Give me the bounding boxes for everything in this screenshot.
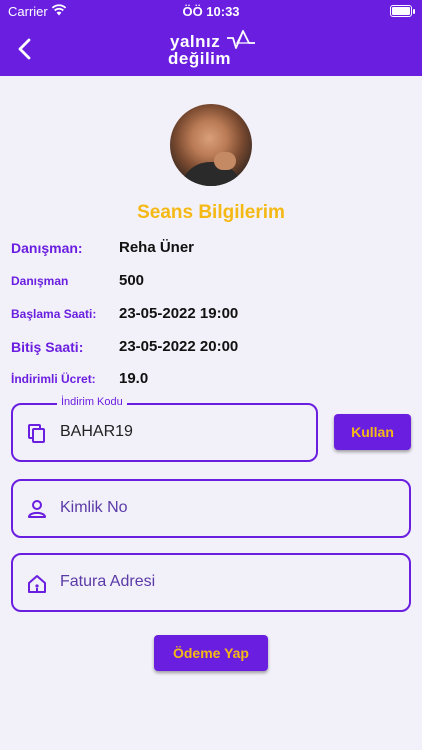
app-logo: yalnız değilim (165, 28, 260, 72)
discount-code-field[interactable]: İndirim Kodu BAHAR19 (11, 396, 318, 462)
discount-code-value: BAHAR19 (60, 423, 133, 440)
copy-icon[interactable] (26, 422, 48, 444)
status-bar: Carrier ÖÖ 10:33 (0, 0, 422, 22)
billing-address-placeholder: Fatura Adresi (60, 573, 156, 590)
detail-label: Başlama Saati: (11, 307, 97, 321)
identity-number-field[interactable]: Kimlik No (11, 479, 411, 538)
home-icon (28, 575, 46, 593)
battery-icon (390, 5, 412, 17)
identity-number-placeholder: Kimlik No (60, 499, 128, 516)
detail-label: Bitiş Saati: (11, 339, 84, 355)
detail-value: 23-05-2022 19:00 (119, 305, 239, 322)
discount-code-legend: İndirim Kodu (57, 396, 127, 408)
detail-value: 19.0 (119, 370, 149, 387)
avatar-hand (214, 152, 236, 170)
back-arrow-icon[interactable] (10, 34, 40, 64)
nav-bar: yalnız değilim (0, 22, 422, 76)
clock: ÖÖ 10:33 (182, 4, 240, 19)
battery-tip (413, 9, 415, 14)
detail-value: 500 (119, 272, 145, 289)
detail-label: Danışman (11, 274, 69, 288)
apply-discount-button[interactable]: Kullan (334, 414, 411, 450)
detail-value: Reha Üner (119, 239, 195, 256)
person-icon (28, 500, 46, 518)
section-title: Seans Bilgilerim (137, 202, 285, 223)
billing-address-field[interactable]: Fatura Adresi (11, 553, 411, 612)
counselor-avatar (170, 104, 252, 186)
detail-label: Danışman: (11, 240, 83, 256)
make-payment-button[interactable]: Ödeme Yap (154, 635, 268, 671)
detail-value: 23-05-2022 20:00 (119, 338, 239, 355)
detail-label: İndirimli Ücret: (11, 372, 96, 386)
logo-line-2: değilim (168, 49, 232, 68)
logo-mark-icon (227, 29, 255, 49)
